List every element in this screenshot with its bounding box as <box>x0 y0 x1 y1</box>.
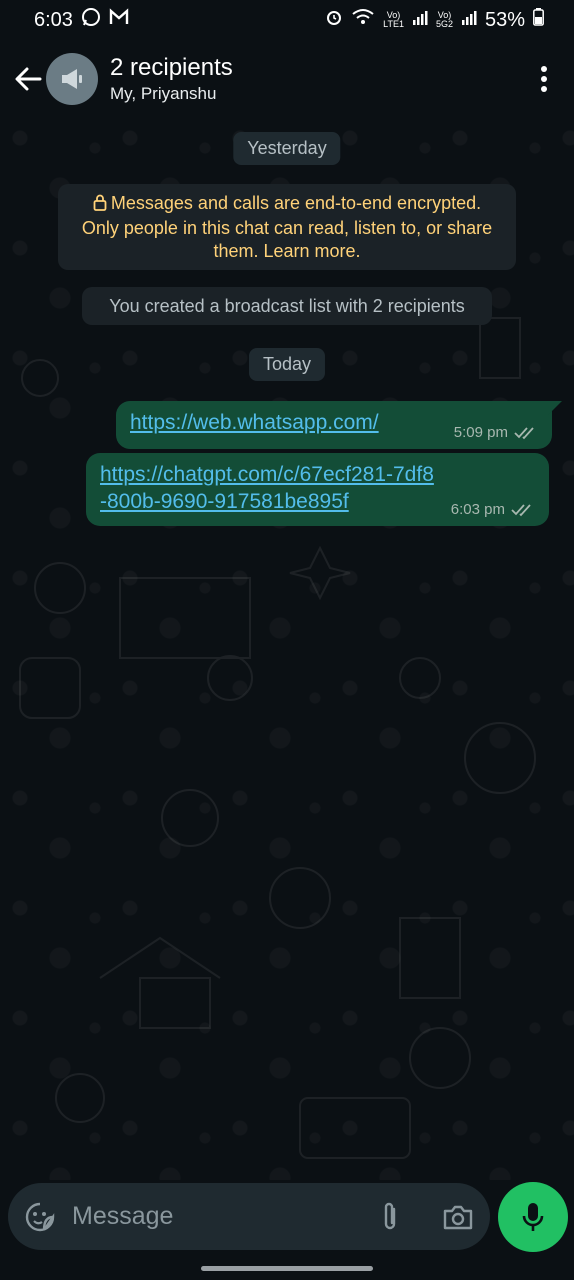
battery-percentage: 53% <box>484 8 525 31</box>
gmail-notification-icon <box>109 8 129 32</box>
message-meta: 5:09 pm <box>454 424 538 441</box>
network-1-bottom: LTE1 <box>383 19 404 29</box>
encryption-text: Messages and calls are end-to-end encryp… <box>81 193 493 261</box>
chat-area[interactable]: Yesterday Messages and calls are end-to-… <box>0 118 574 1180</box>
chat-subtitle: My, Priyanshu <box>110 84 217 103</box>
message-meta: 6:03 pm <box>451 501 535 518</box>
outgoing-message-bubble[interactable]: https://web.whatsapp.com/ 5:09 pm <box>116 401 562 449</box>
status-bar: 6:03 Vo) LTE1 Vo) 5G2 53% <box>0 0 574 40</box>
whatsapp-notification-icon <box>81 7 101 33</box>
sticker-icon <box>25 1202 55 1231</box>
more-options-button[interactable] <box>532 62 556 96</box>
back-button[interactable] <box>4 55 52 103</box>
network-1-label: Vo) LTE1 <box>383 11 404 29</box>
date-chip-yesterday: Yesterday <box>233 132 341 165</box>
gesture-navigation-bar[interactable] <box>201 1266 373 1271</box>
chat-title: 2 recipients <box>110 54 233 81</box>
attach-button[interactable] <box>370 1197 410 1237</box>
network-2-label: Vo) 5G2 <box>436 11 453 29</box>
date-chip-today: Today <box>248 348 326 381</box>
back-arrow-icon <box>15 67 42 91</box>
message-link-line-1[interactable]: https://chatgpt.com/c/67ecf281-7df8 <box>100 461 535 488</box>
chat-title-block[interactable]: 2 recipients My, Priyanshu <box>110 54 233 104</box>
camera-button[interactable] <box>436 1197 480 1237</box>
broadcast-icon <box>62 69 82 89</box>
signal-1-icon <box>412 9 428 32</box>
bubble-tail <box>548 401 562 415</box>
whatsapp-chat-screen: 6:03 Vo) LTE1 Vo) 5G2 53% 2 recipients M… <box>0 0 574 1280</box>
attach-icon <box>384 1202 396 1230</box>
message-link[interactable]: https://web.whatsapp.com/ <box>130 411 379 434</box>
chat-wallpaper-doodles <box>19 317 541 1159</box>
clock: 6:03 <box>34 8 73 31</box>
mic-icon <box>522 1203 544 1231</box>
double-tick-icon <box>514 426 534 439</box>
sticker-button[interactable] <box>20 1197 60 1237</box>
chat-header: 2 recipients My, Priyanshu <box>0 40 574 118</box>
outgoing-message-bubble[interactable]: https://chatgpt.com/c/67ecf281-7df8 -800… <box>86 453 549 526</box>
lock-icon <box>93 194 107 217</box>
more-vert-icon <box>541 66 547 92</box>
broadcast-avatar[interactable] <box>46 53 98 105</box>
message-time: 6:03 pm <box>450 501 505 518</box>
wifi-icon <box>351 8 375 32</box>
signal-2-icon <box>461 9 477 32</box>
broadcast-created-message: You created a broadcast list with 2 reci… <box>82 287 492 325</box>
voice-message-button[interactable] <box>498 1182 568 1252</box>
network-2-bottom: 5G2 <box>435 19 453 29</box>
message-input[interactable] <box>72 1196 342 1237</box>
double-tick-icon <box>511 503 531 516</box>
status-bar-left: 6:03 <box>34 7 129 33</box>
message-time: 5:09 pm <box>453 424 508 441</box>
battery-icon <box>533 8 544 32</box>
status-bar-right: Vo) LTE1 Vo) 5G2 53% <box>325 8 544 32</box>
alarm-icon <box>325 8 343 32</box>
message-composer <box>8 1183 490 1250</box>
encryption-notice[interactable]: Messages and calls are end-to-end encryp… <box>58 184 516 270</box>
camera-icon <box>443 1205 473 1230</box>
